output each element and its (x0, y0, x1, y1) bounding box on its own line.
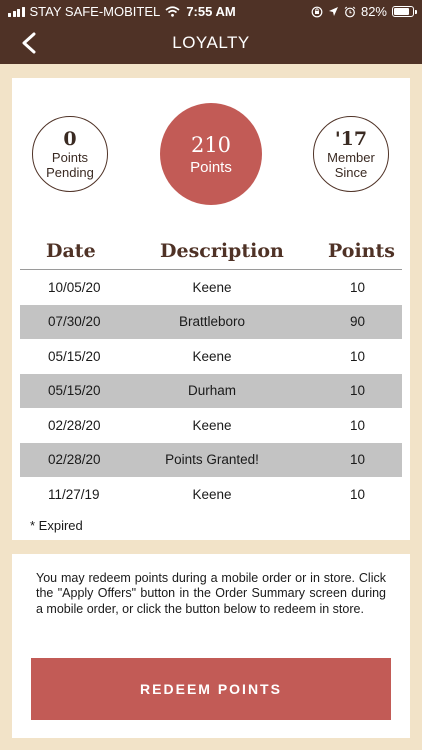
redeem-instructions: You may redeem points during a mobile or… (36, 571, 386, 616)
row-description: Keene (192, 348, 232, 364)
table-row: 02/28/20 Points Granted! 10 (20, 442, 402, 477)
row-date: 10/05/20 (48, 279, 101, 295)
redeem-card: You may redeem points during a mobile or… (12, 554, 410, 738)
alarm-icon (344, 6, 356, 17)
row-description: Brattleboro (178, 314, 246, 330)
row-points: 90 (350, 314, 366, 330)
points-pending-label-1: Points (51, 150, 89, 165)
row-date: 11/27/19 (48, 486, 100, 502)
table-row: 05/15/20 Durham 10 (20, 373, 402, 408)
row-description: Keene (192, 417, 232, 433)
header-description: Description (160, 240, 284, 262)
row-date: 05/15/20 (48, 383, 101, 399)
row-date: 02/28/20 (48, 417, 101, 433)
points-total-badge: 210 Points (160, 103, 262, 205)
points-pending-badge: 0 Points Pending (32, 116, 108, 192)
points-history-table: Date Description Points 10/05/20 Keene 1… (20, 236, 402, 512)
row-description: Durham (187, 383, 236, 399)
table-row: 02/28/20 Keene 10 (20, 408, 402, 443)
table-header: Date Description Points (20, 236, 402, 270)
header-points: Points (328, 240, 395, 262)
row-points: 10 (350, 383, 366, 399)
battery-percent: 82% (360, 4, 387, 19)
row-date: 05/15/20 (48, 348, 101, 364)
row-date: 07/30/20 (48, 314, 101, 330)
row-description: Keene (192, 279, 232, 295)
row-points: 10 (350, 452, 366, 468)
points-pending-label-2: Pending (46, 165, 94, 180)
nav-bar: LOYALTY (0, 22, 422, 64)
redeem-points-button[interactable]: REDEEM POINTS (31, 658, 391, 720)
status-bar: STAY SAFE-MOBITEL 7:55 AM 82% (0, 0, 422, 22)
expired-footnote: * Expired (30, 518, 83, 533)
table-row: 11/27/19 Keene 10 (20, 477, 402, 512)
row-description: Keene (192, 486, 232, 502)
member-since-label-1: Member (327, 150, 375, 165)
points-pending-value: 0 (63, 128, 77, 150)
page-title: LOYALTY (172, 33, 250, 52)
row-date: 02/28/20 (48, 452, 101, 468)
table-row: 05/15/20 Keene 10 (20, 339, 402, 374)
row-points: 10 (350, 417, 366, 433)
orientation-lock-icon (311, 6, 323, 17)
row-points: 10 (350, 486, 366, 502)
row-points: 10 (350, 279, 366, 295)
member-since-badge: '17 Member Since (313, 116, 389, 192)
table-row: 07/30/20 Brattleboro 90 (20, 304, 402, 339)
points-total-label: Points (190, 158, 232, 176)
location-arrow-icon (328, 7, 338, 16)
battery-icon (392, 6, 417, 17)
member-since-label-2: Since (334, 165, 368, 180)
table-row: 10/05/20 Keene 10 (20, 270, 402, 305)
row-description: Points Granted! (165, 452, 259, 468)
member-since-value: '17 (334, 128, 368, 150)
points-total-value: 210 (190, 132, 232, 157)
header-date: Date (46, 240, 96, 262)
row-points: 10 (350, 348, 366, 364)
